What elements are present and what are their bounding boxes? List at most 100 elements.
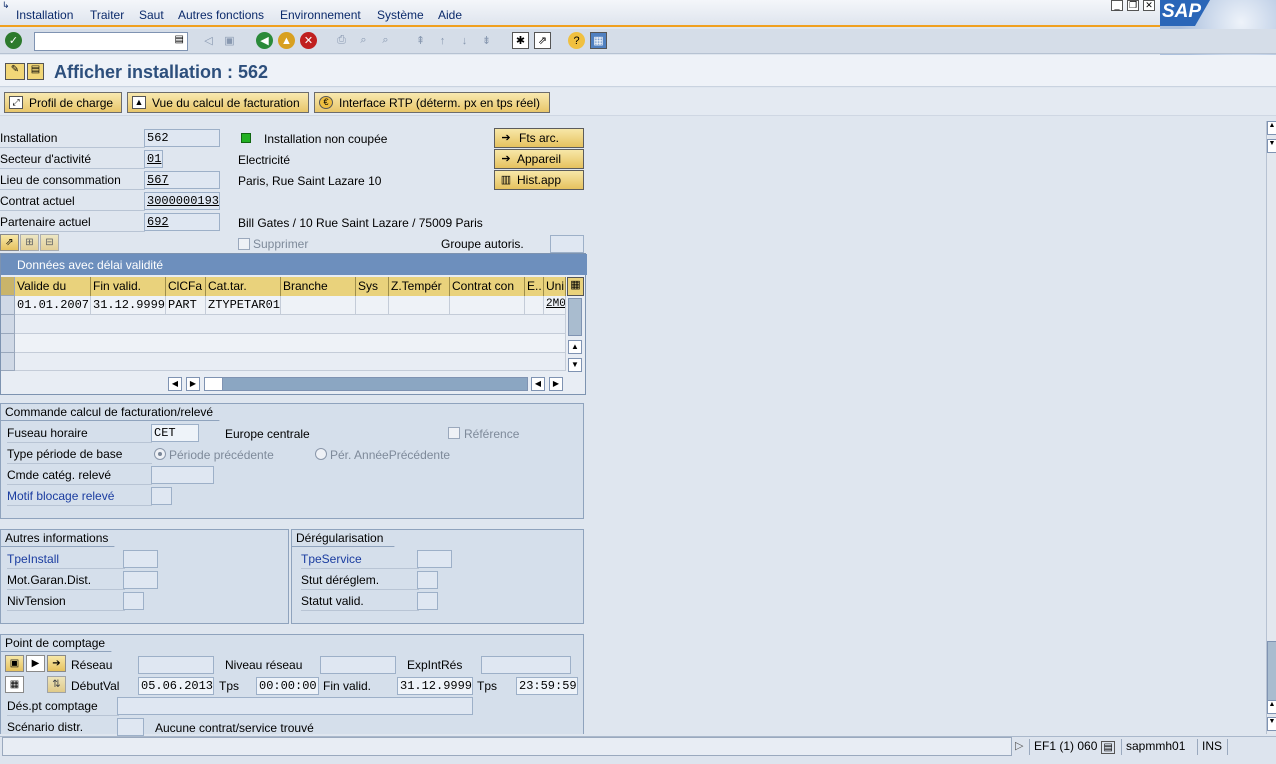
scroll-up-icon[interactable]: ▲ [1267, 700, 1276, 714]
new-session-icon[interactable]: ✱ [512, 32, 529, 49]
col-z-temper[interactable]: Z.Tempér [389, 277, 450, 296]
menu-systeme[interactable]: Système [377, 8, 424, 22]
tps-end-field[interactable]: 23:59:59 [516, 677, 578, 695]
col-valide-du[interactable]: Valide du [15, 277, 91, 296]
display-change-icon[interactable]: ✎ [5, 63, 25, 80]
nivtension-field[interactable] [123, 592, 144, 610]
fts-arc-button[interactable]: ➔ Fts arc. [494, 128, 584, 148]
scroll-down-icon[interactable]: ▼ [568, 358, 582, 372]
col-sys[interactable]: Sys [356, 277, 389, 296]
tpeservice-field[interactable] [417, 550, 452, 568]
menu-saut[interactable]: Saut [139, 8, 164, 22]
row-selector[interactable] [1, 353, 15, 371]
table-vscroll-thumb[interactable] [568, 298, 582, 336]
point-comptage-icon[interactable]: ▣ [5, 655, 24, 672]
contrat-field[interactable]: 3000000193 [144, 192, 220, 210]
hist-app-button[interactable]: ▥ Hist.app [494, 170, 584, 190]
tps-start-field[interactable]: 00:00:00 [256, 677, 319, 695]
installation-label: Installation [0, 128, 145, 148]
menu-installation[interactable]: Installation [16, 8, 73, 22]
statut-valid-field[interactable] [417, 592, 438, 610]
minimize-icon[interactable]: _ [1111, 0, 1123, 11]
vue-calcul-facturation-button[interactable]: ▲ Vue du calcul de facturation [127, 92, 309, 113]
fuseau-field[interactable]: CET [151, 424, 199, 442]
scroll-down-icon[interactable]: ▼ [1267, 717, 1276, 731]
appareil-button[interactable]: ➔ Appareil [494, 149, 584, 169]
last-page-icon: ⇟ [481, 35, 492, 47]
arrow-right-icon[interactable]: ➔ [47, 655, 66, 672]
secteur-field[interactable]: 01 [144, 150, 163, 168]
tpeinstall-label[interactable]: TpeInstall [7, 549, 125, 569]
col-cat-tar[interactable]: Cat.tar. [206, 277, 281, 296]
find-next-icon: ⌕ [382, 34, 389, 46]
des-pt-comptage-field[interactable] [117, 697, 473, 715]
scenario-field[interactable] [117, 718, 144, 736]
page-vscroll-thumb[interactable] [1267, 641, 1276, 701]
table-hscroll-thumb[interactable] [205, 378, 223, 390]
fin-valid-field[interactable]: 31.12.9999 [397, 677, 473, 695]
row-selector[interactable] [1, 296, 15, 315]
debutval-field[interactable]: 05.06.2013 [138, 677, 214, 695]
table-settings-icon[interactable]: ▦ [567, 277, 584, 296]
stut-dereglem-field[interactable] [417, 571, 438, 589]
mot-garan-field[interactable] [123, 571, 158, 589]
status-toggle-icon[interactable]: ▷ [1015, 739, 1023, 752]
scroll-down-icon[interactable]: ▼ [1267, 139, 1276, 153]
help-icon[interactable]: ? [568, 32, 585, 49]
col-uni[interactable]: Uni [544, 277, 566, 296]
other-installation-icon[interactable]: ▤ [27, 63, 44, 80]
layout-menu-icon[interactable]: ▦ [590, 32, 607, 49]
expintres-field[interactable] [481, 656, 571, 674]
calendar-icon[interactable]: ▦ [5, 676, 24, 693]
table-hscroll-track[interactable] [204, 377, 528, 391]
col-branche[interactable]: Branche [281, 277, 356, 296]
table-cell-link[interactable]: 2M0 [544, 296, 566, 315]
menu-aide[interactable]: Aide [438, 8, 462, 22]
tpeservice-label[interactable]: TpeService [301, 549, 419, 569]
tpeinstall-field[interactable] [123, 550, 158, 568]
shortcut-icon[interactable]: ⇗ [534, 32, 551, 49]
scroll-right-icon[interactable]: ◀ [531, 377, 545, 391]
scroll-up-icon[interactable]: ▲ [568, 340, 582, 354]
motif-blocage-field[interactable] [151, 487, 172, 505]
back-icon[interactable]: ◀ [256, 32, 273, 49]
lieu-field[interactable]: 567 [144, 171, 220, 189]
groupe-autoris-field[interactable] [550, 235, 584, 253]
col-clcfa[interactable]: ClCFa [166, 277, 206, 296]
system-menu-icon[interactable]: ↳ [2, 0, 10, 11]
scroll-first-icon[interactable]: ◀ [168, 377, 182, 391]
exit-icon[interactable]: ▲ [278, 32, 295, 49]
table-cell: PART [166, 296, 206, 315]
page-vscroll[interactable]: ▲ ▼ ▲ ▼ [1266, 121, 1276, 734]
scroll-last-icon[interactable]: ▶ [549, 377, 563, 391]
enter-icon[interactable]: ✓ [5, 32, 22, 49]
command-history-icon[interactable]: ▤ [175, 34, 184, 45]
profil-de-charge-button[interactable]: ⤢ Profil de charge [4, 92, 122, 113]
table-header-selector[interactable] [1, 277, 15, 296]
niveau-reseau-field[interactable] [320, 656, 396, 674]
row-selector[interactable] [1, 334, 15, 353]
menu-environnement[interactable]: Environnement [280, 8, 361, 22]
motif-blocage-label[interactable]: Motif blocage relevé [7, 486, 152, 506]
menu-traiter[interactable]: Traiter [90, 8, 124, 22]
navigate-icon[interactable]: ▶ [26, 655, 45, 672]
reseau-field[interactable] [138, 656, 214, 674]
lieu-label: Lieu de consommation [0, 170, 145, 190]
installation-field[interactable]: 562 [144, 129, 220, 147]
cancel-icon[interactable]: ✕ [300, 32, 317, 49]
command-field[interactable]: ▤ [34, 32, 188, 51]
col-e[interactable]: E.. [525, 277, 544, 296]
restore-icon[interactable]: ❐ [1127, 0, 1139, 11]
col-fin-valid[interactable]: Fin valid. [91, 277, 166, 296]
scroll-up-icon[interactable]: ▲ [1267, 121, 1276, 135]
scroll-left-icon[interactable]: ▶ [186, 377, 200, 391]
row-selector[interactable] [1, 315, 15, 334]
close-icon[interactable]: ✕ [1143, 0, 1155, 11]
partenaire-field[interactable]: 692 [144, 213, 220, 231]
system-info-icon[interactable]: ▤ [1101, 741, 1115, 754]
menu-autres-fonctions[interactable]: Autres fonctions [178, 8, 264, 22]
select-all-icon[interactable]: ⇗ [0, 234, 19, 251]
cmde-categ-field[interactable] [151, 466, 214, 484]
interface-rtp-button[interactable]: € Interface RTP (déterm. px en tps réel) [314, 92, 550, 113]
col-contrat-con[interactable]: Contrat con [450, 277, 525, 296]
